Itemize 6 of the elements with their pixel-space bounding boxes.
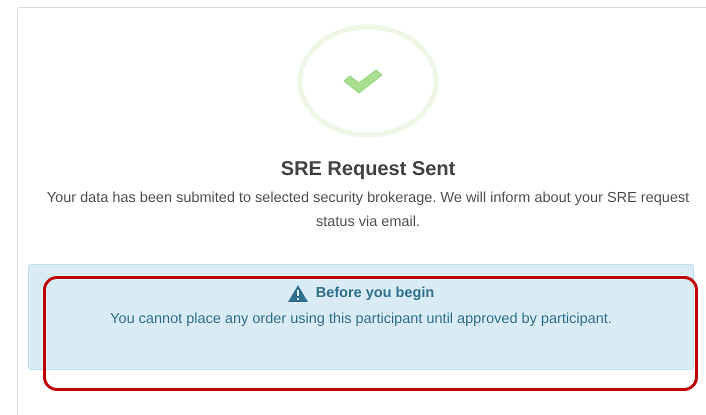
status-title: SRE Request Sent (280, 157, 456, 182)
warning-icon (288, 285, 308, 302)
success-check-icon (297, 24, 439, 138)
status-message: Your data has been submited to selected security brokerage. We will inform about your SRE request status via email. (46, 189, 690, 232)
notice-title: Before you begin (316, 284, 434, 303)
notice-message: You cannot place any order using this participant until approved by participant. (109, 310, 613, 329)
